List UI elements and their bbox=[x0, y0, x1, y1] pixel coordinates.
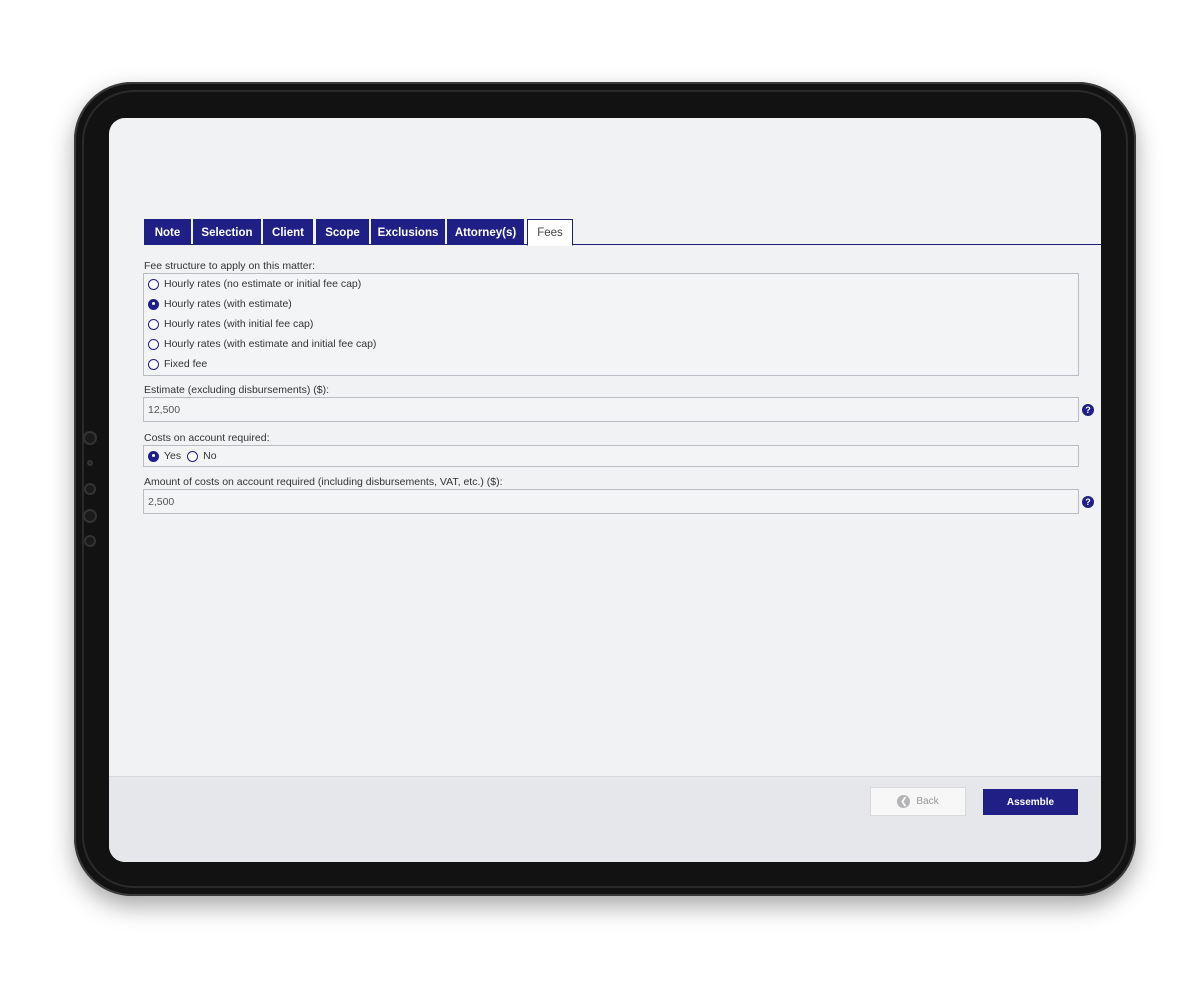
estimate-input[interactable]: 12,500 bbox=[143, 397, 1079, 422]
costs-amount-input[interactable]: 2,500 bbox=[143, 489, 1079, 514]
tab-note[interactable]: Note bbox=[144, 219, 191, 245]
no-label: No bbox=[203, 450, 217, 462]
radio-button[interactable] bbox=[148, 358, 159, 370]
tab-client[interactable]: Client bbox=[263, 219, 313, 245]
estimate-label: Estimate (excluding disbursements) ($): bbox=[144, 384, 329, 396]
costs-on-account-label: Costs on account required: bbox=[144, 432, 270, 444]
costs-amount-label: Amount of costs on account required (inc… bbox=[144, 476, 503, 488]
back-button[interactable]: ❮ Back bbox=[870, 787, 966, 816]
tab-bar: Note Selection Client Scope Exclusions A… bbox=[144, 219, 1101, 246]
radio-button[interactable] bbox=[148, 318, 159, 330]
tablet-side-button bbox=[84, 535, 96, 547]
tablet-side-button bbox=[83, 509, 97, 523]
help-icon[interactable]: ? bbox=[1082, 496, 1094, 508]
fee-option-label: Fixed fee bbox=[164, 358, 208, 370]
radio-button-selected[interactable] bbox=[148, 298, 159, 310]
radio-button-selected[interactable] bbox=[148, 450, 159, 462]
help-icon[interactable]: ? bbox=[1082, 404, 1094, 416]
fee-option-hourly-with-estimate-and-cap[interactable]: Hourly rates (with estimate and initial … bbox=[148, 336, 376, 352]
fee-option-label: Hourly rates (with estimate) bbox=[164, 298, 292, 310]
fee-option-label: Hourly rates (with initial fee cap) bbox=[164, 318, 314, 330]
tablet-side-button bbox=[84, 483, 96, 495]
footer-bar: ❮ Back Assemble bbox=[109, 776, 1101, 862]
radio-button[interactable] bbox=[148, 338, 159, 350]
fee-option-fixed-fee[interactable]: Fixed fee bbox=[148, 356, 207, 372]
fee-option-hourly-with-estimate[interactable]: Hourly rates (with estimate) bbox=[148, 296, 292, 312]
back-arrow-icon: ❮ bbox=[897, 795, 911, 808]
tab-selection[interactable]: Selection bbox=[193, 219, 261, 245]
costs-on-account-no[interactable]: No bbox=[187, 450, 217, 462]
tab-fees[interactable]: Fees bbox=[527, 219, 573, 246]
radio-button[interactable] bbox=[148, 278, 159, 290]
fee-structure-group: Hourly rates (no estimate or initial fee… bbox=[143, 273, 1079, 376]
tablet-side-button bbox=[87, 460, 93, 466]
fee-option-hourly-no-estimate[interactable]: Hourly rates (no estimate or initial fee… bbox=[148, 276, 361, 292]
fee-option-label: Hourly rates (no estimate or initial fee… bbox=[164, 278, 362, 290]
tab-exclusions[interactable]: Exclusions bbox=[371, 219, 445, 245]
assemble-button[interactable]: Assemble bbox=[983, 789, 1078, 815]
yes-label: Yes bbox=[164, 450, 182, 462]
tablet-side-button bbox=[83, 431, 97, 445]
fee-structure-label: Fee structure to apply on this matter: bbox=[144, 260, 315, 272]
radio-button[interactable] bbox=[187, 450, 199, 462]
tab-attorneys[interactable]: Attorney(s) bbox=[447, 219, 524, 245]
fee-option-hourly-with-cap[interactable]: Hourly rates (with initial fee cap) bbox=[148, 316, 313, 332]
costs-on-account-yes[interactable]: Yes bbox=[148, 450, 181, 462]
tab-scope[interactable]: Scope bbox=[316, 219, 369, 245]
fee-option-label: Hourly rates (with estimate and initial … bbox=[164, 338, 377, 350]
back-button-label: Back bbox=[916, 796, 939, 807]
app-screen: Note Selection Client Scope Exclusions A… bbox=[109, 118, 1101, 862]
costs-on-account-group: Yes No bbox=[143, 445, 1079, 467]
